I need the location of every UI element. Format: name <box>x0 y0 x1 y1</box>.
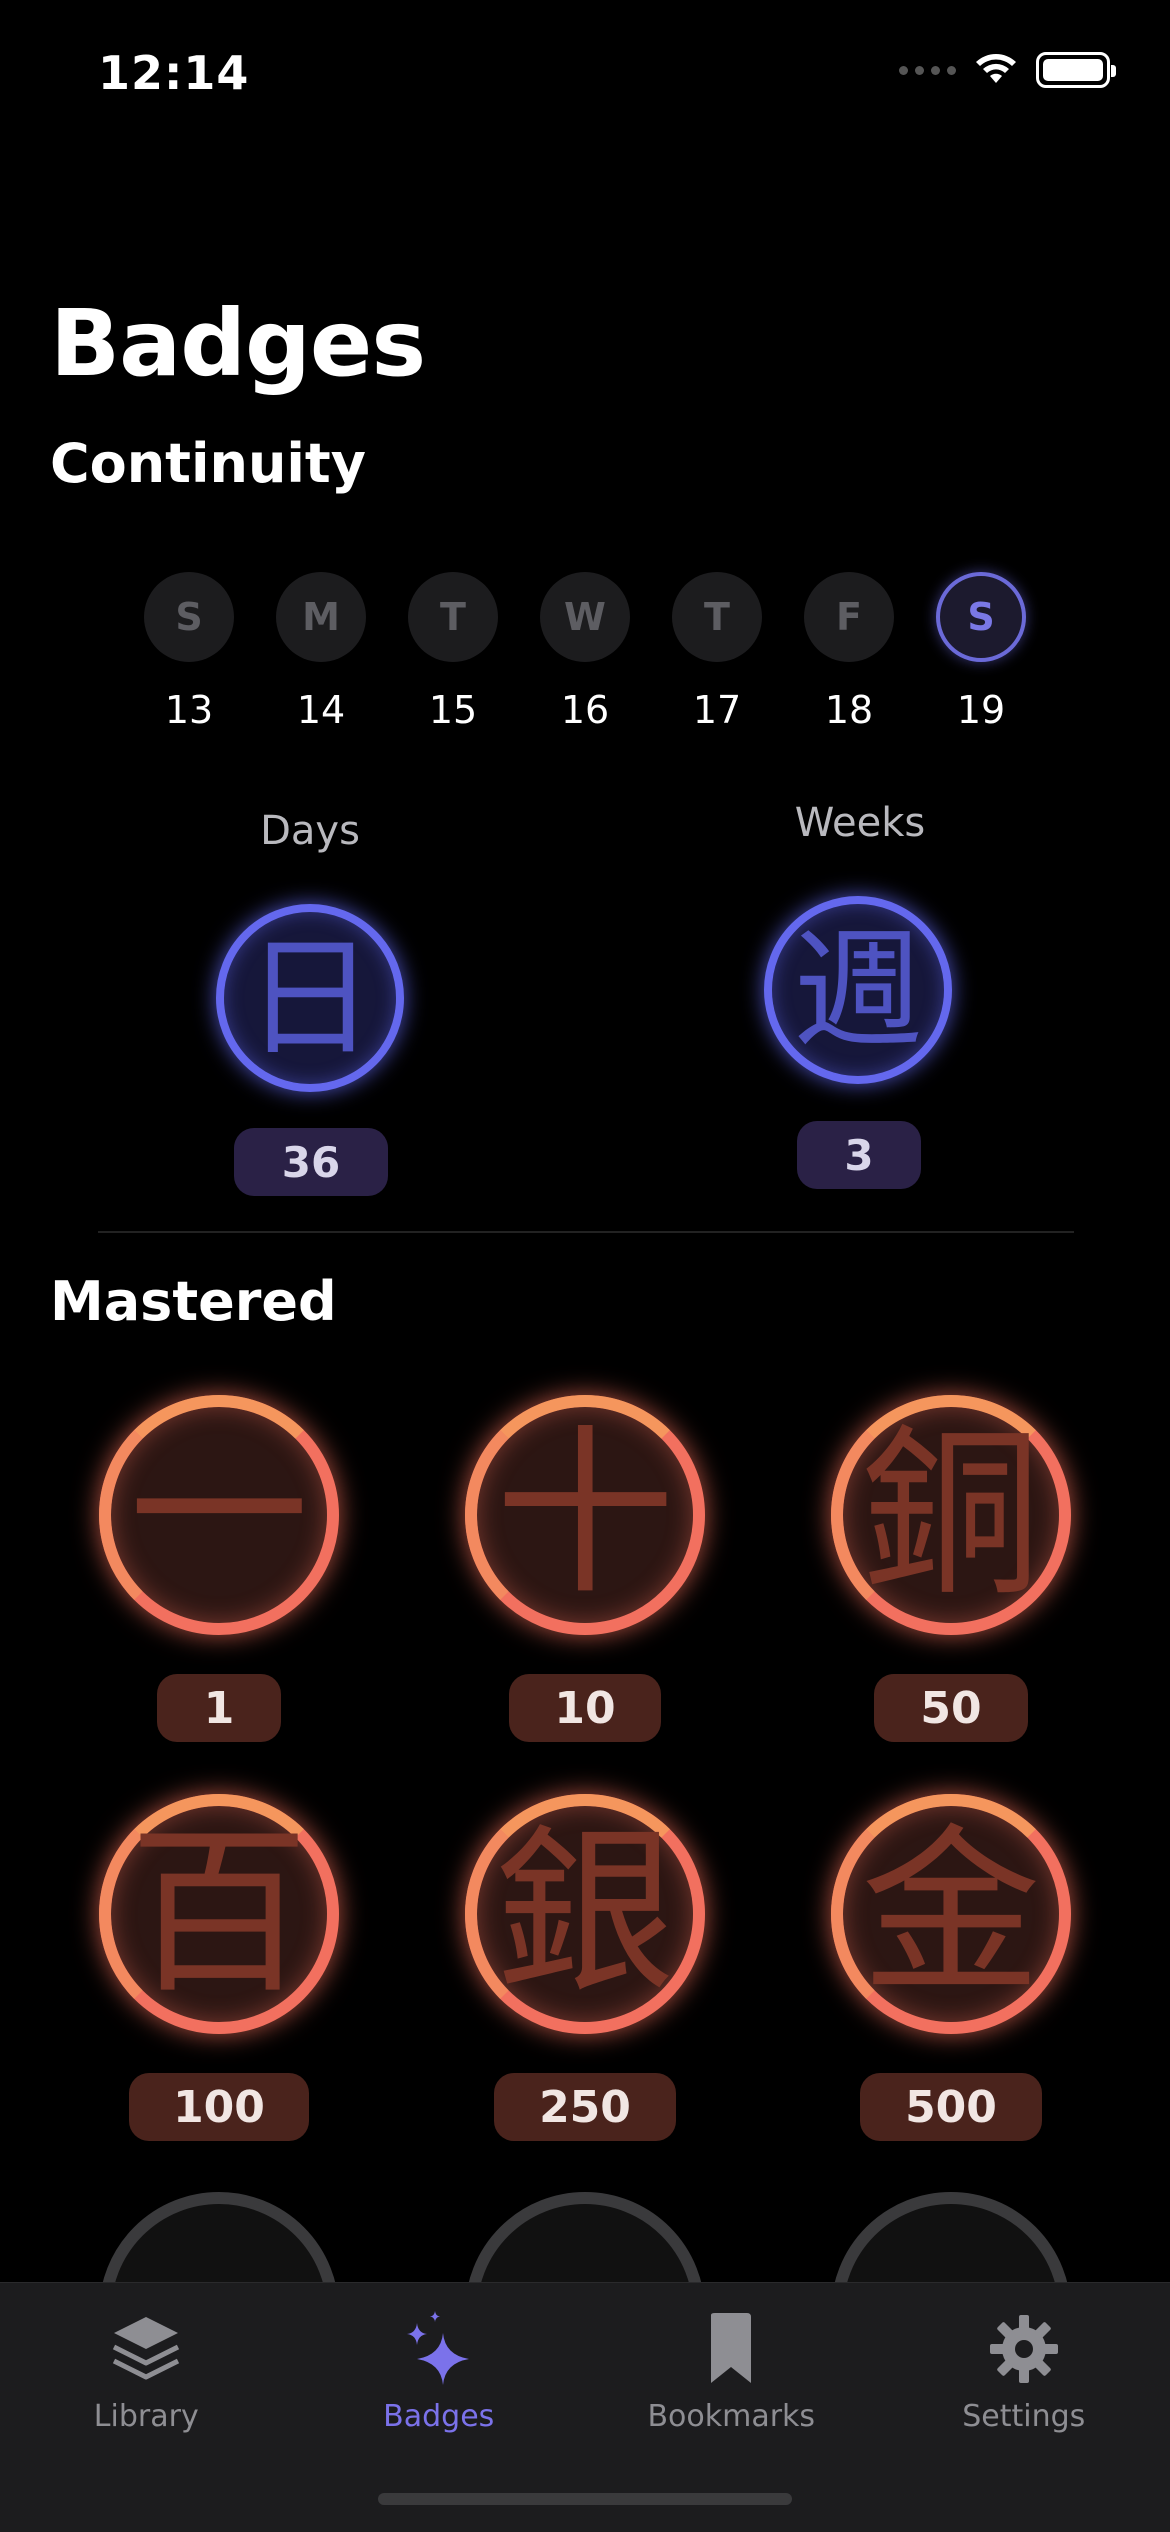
weeks-count-pill: 3 <box>797 1121 921 1189</box>
weekday-tue: T 15 <box>408 572 498 732</box>
tab-settings[interactable]: Settings <box>894 2309 1154 2532</box>
badge-kanji: 百 <box>128 1809 309 2018</box>
days-streak-badge[interactable]: 日 <box>216 904 404 1092</box>
weekday-circle: T <box>408 572 498 662</box>
weekday-date: 19 <box>956 688 1006 732</box>
tab-library[interactable]: Library <box>16 2309 276 2532</box>
weekday-circle: M <box>276 572 366 662</box>
mastered-badge-100[interactable]: 百 <box>99 1794 339 2034</box>
days-count-pill: 36 <box>234 1128 388 1196</box>
wifi-icon <box>976 54 1016 83</box>
weekday-circle: T <box>672 572 762 662</box>
weekday-wed: W 16 <box>540 572 630 732</box>
mastered-badge-500[interactable]: 金 <box>831 1794 1071 2034</box>
mastered-count-pill: 100 <box>129 2073 309 2141</box>
weekday-sat-today: S 19 <box>936 572 1026 732</box>
badge-kanji: 銅 <box>860 1410 1041 1619</box>
days-label: Days <box>260 808 360 854</box>
mastered-title: Mastered <box>50 1270 337 1333</box>
gear-icon <box>988 2309 1060 2389</box>
mastered-badge-1[interactable]: 一 <box>99 1395 339 1635</box>
tab-label: Settings <box>962 2399 1086 2434</box>
mastered-count-pill: 500 <box>860 2073 1042 2141</box>
weekday-date: 16 <box>560 688 610 732</box>
mastered-badge-250[interactable]: 銀 <box>465 1794 705 2034</box>
home-indicator[interactable] <box>378 2493 792 2505</box>
mastered-badge-10[interactable]: 十 <box>465 1395 705 1635</box>
weekday-date: 14 <box>296 688 346 732</box>
weeks-streak-badge[interactable]: 週 <box>764 896 952 1084</box>
weekday-sun: S 13 <box>144 572 234 732</box>
weekday-fri: F 18 <box>804 572 894 732</box>
weeks-kanji: 週 <box>792 914 923 1066</box>
weekday-mon: M 14 <box>276 572 366 732</box>
badge-kanji: 銀 <box>494 1809 675 2018</box>
page-title: Badges <box>50 290 426 397</box>
status-time: 12:14 <box>98 46 250 100</box>
tab-label: Bookmarks <box>647 2399 816 2434</box>
battery-icon <box>1036 52 1116 88</box>
weekday-circle: F <box>804 572 894 662</box>
weekday-circle: W <box>540 572 630 662</box>
weekday-circle: S <box>144 572 234 662</box>
sparkles-icon <box>403 2309 475 2389</box>
weekday-circle-active: S <box>936 572 1026 662</box>
mastered-count-pill: 50 <box>874 1674 1028 1742</box>
stack-icon <box>110 2309 182 2389</box>
week-streak-row: S 13 M 14 T 15 W 16 T 17 F 18 S 19 <box>144 572 1026 732</box>
section-divider <box>98 1231 1074 1233</box>
tab-label: Library <box>93 2399 199 2434</box>
continuity-title: Continuity <box>50 432 366 495</box>
badge-kanji: 金 <box>860 1809 1041 2018</box>
mastered-count-pill: 1 <box>157 1674 281 1742</box>
weekday-thu: T 17 <box>672 572 762 732</box>
weekday-date: 17 <box>692 688 742 732</box>
tab-label: Badges <box>383 2399 495 2434</box>
weekday-date: 18 <box>824 688 874 732</box>
status-icons <box>899 52 1116 88</box>
cellular-signal-icon <box>899 65 956 75</box>
weeks-label: Weeks <box>794 800 926 846</box>
mastered-badge-50[interactable]: 銅 <box>831 1395 1071 1635</box>
weekday-date: 15 <box>428 688 478 732</box>
mastered-count-pill: 10 <box>509 1674 661 1742</box>
badge-kanji: 一 <box>128 1410 309 1619</box>
weekday-date: 13 <box>164 688 214 732</box>
days-kanji: 日 <box>244 922 375 1074</box>
badge-kanji: 十 <box>494 1410 675 1619</box>
bookmark-icon <box>705 2309 757 2389</box>
mastered-count-pill: 250 <box>494 2073 676 2141</box>
